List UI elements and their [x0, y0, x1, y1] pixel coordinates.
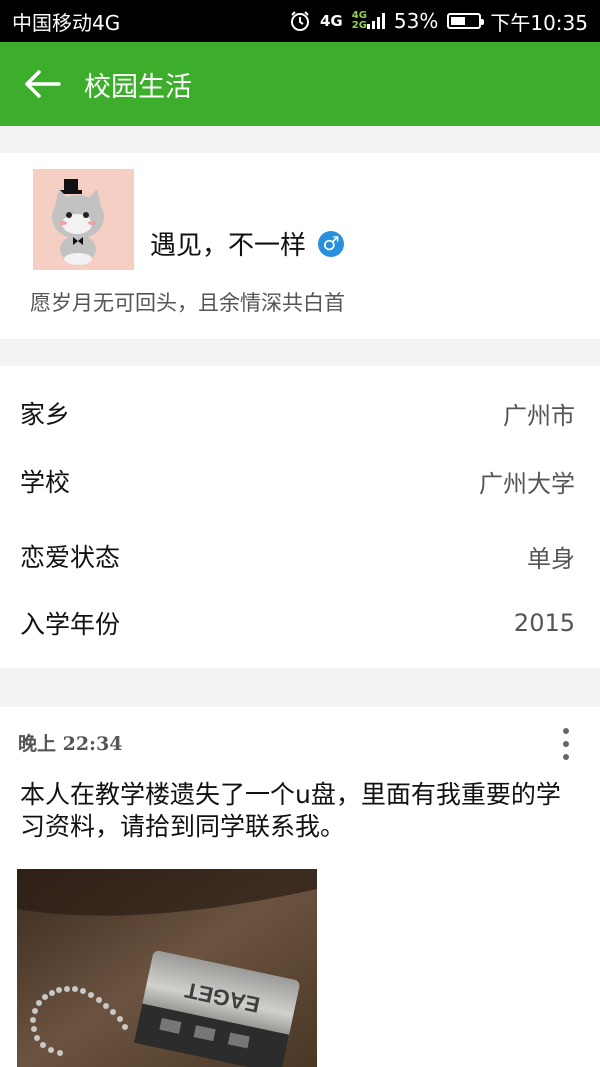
status-icons: 4G 4G 2G 53% 下午10:35	[289, 7, 588, 36]
profile-name: 遇见，不一样 ♂	[150, 225, 345, 262]
arrow-left-icon[interactable]	[22, 64, 62, 104]
clock: 下午10:35	[490, 10, 588, 35]
info-value: 2015	[513, 609, 575, 637]
info-label: 恋爱状态	[20, 543, 121, 572]
more-vertical-icon[interactable]	[554, 728, 578, 760]
profile-card: 遇见，不一样 ♂ 愿岁月无可回头，且余情深共白首	[0, 153, 600, 339]
info-row-enrollment-year: 入学年份 2015	[0, 590, 600, 656]
post-card: 晚上 22:34 本人在教学楼遗失了一个u盘，里面有我重要的学习资料，请拾到同学…	[0, 707, 600, 1067]
info-value: 广州大学	[479, 469, 575, 498]
network-4g-label: 4G	[319, 11, 343, 30]
info-value: 广州市	[503, 401, 575, 430]
male-icon: ♂	[318, 230, 345, 257]
post-text: 本人在教学楼遗失了一个u盘，里面有我重要的学习资料，请拾到同学联系我。	[20, 780, 561, 841]
info-label: 学校	[20, 468, 71, 497]
info-row-hometown: 家乡 广州市	[0, 380, 600, 446]
info-row-relationship: 恋爱状态 单身	[0, 523, 600, 589]
post-image[interactable]: EAGET	[17, 869, 317, 1067]
battery-percent: 53%	[393, 9, 439, 33]
app-bar: 校园生活	[0, 42, 600, 126]
info-value: 单身	[527, 544, 575, 573]
profile-signature: 愿岁月无可回头，且余情深共白首	[30, 291, 345, 315]
info-label: 家乡	[20, 400, 71, 429]
battery-icon	[447, 13, 485, 29]
status-bar: 中国移动4G 4G 4G 2G 53% 下午10:35	[0, 0, 600, 42]
info-card: 家乡 广州市 学校 广州大学 恋爱状态 单身 入学年份 2015	[0, 366, 600, 668]
page-title: 校园生活	[84, 71, 192, 103]
post-timestamp: 晚上 22:34	[18, 733, 123, 755]
alarm-icon	[289, 10, 311, 32]
info-label: 入学年份	[20, 610, 121, 639]
profile-name-text: 遇见，不一样	[150, 231, 307, 261]
avatar[interactable]	[33, 169, 134, 270]
info-row-school: 学校 广州大学	[0, 448, 600, 514]
carrier-label: 中国移动4G	[12, 10, 121, 35]
signal-icon: 4G 2G	[352, 11, 385, 31]
